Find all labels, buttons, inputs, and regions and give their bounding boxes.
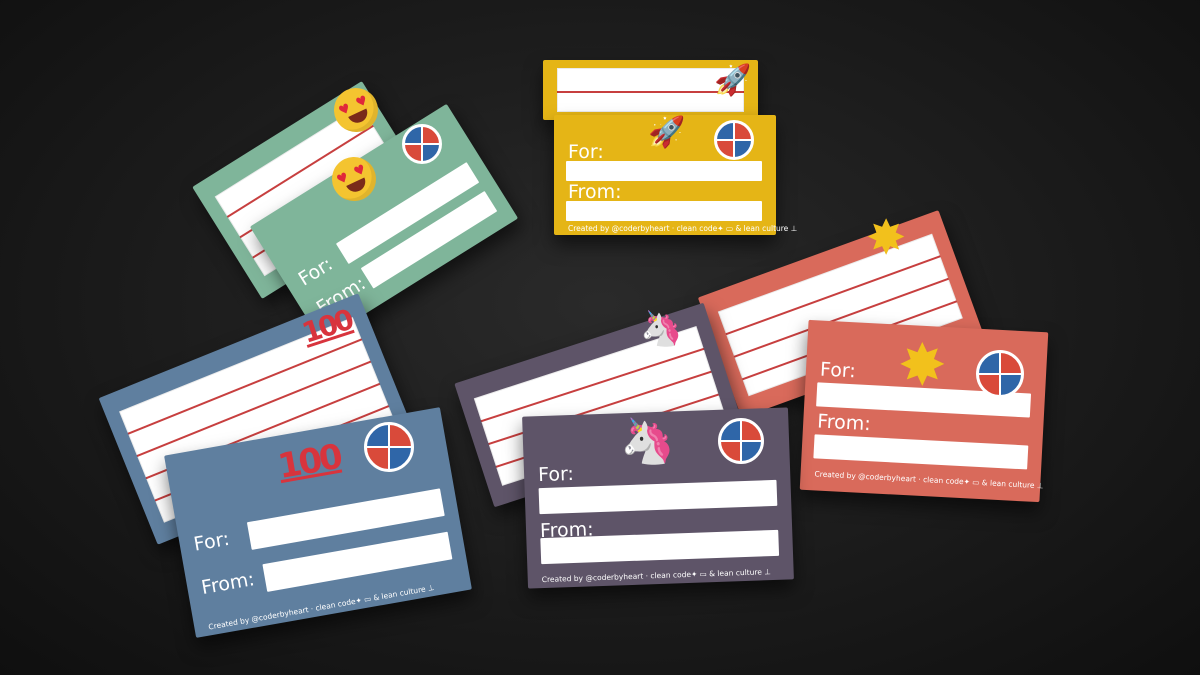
for-label: For:: [294, 252, 337, 291]
star-icon: ✸: [866, 210, 907, 266]
circular-logo-badge-icon: [402, 124, 442, 164]
from-label: From:: [199, 568, 257, 600]
from-field: [566, 201, 762, 221]
unicorn-icon: 🦄: [640, 309, 683, 349]
credit-text: Created by @coderbyheart · clean code✦ ▭…: [568, 224, 798, 233]
for-field: [538, 479, 778, 515]
from-label: From:: [816, 410, 872, 436]
credit-text: Created by @coderbyheart · clean code✦ ▭…: [541, 567, 772, 585]
circular-logo-badge-icon: [364, 422, 414, 472]
for-label: For:: [819, 358, 857, 383]
tabletop-scene: ♥ ♥ For: From: ♥ ♥ 🚀 For: From: Created by…: [0, 0, 1200, 675]
rocket-icon: 🚀: [714, 63, 752, 98]
circular-logo-badge-icon: [718, 418, 764, 464]
unicorn-icon: 🦄: [620, 416, 675, 467]
for-label: For:: [537, 462, 575, 487]
for-field: [566, 161, 762, 181]
circular-logo-badge-icon: [714, 120, 754, 160]
for-label: For:: [192, 527, 232, 556]
from-label: From:: [568, 181, 622, 203]
credit-text: Created by @coderbyheart · clean code✦ ▭…: [814, 469, 1044, 491]
for-label: For:: [568, 141, 604, 163]
star-icon: ✸: [898, 331, 947, 399]
from-field: [813, 434, 1029, 470]
circular-logo-badge-icon: [976, 350, 1024, 398]
rocket-icon: 🚀: [648, 115, 686, 150]
